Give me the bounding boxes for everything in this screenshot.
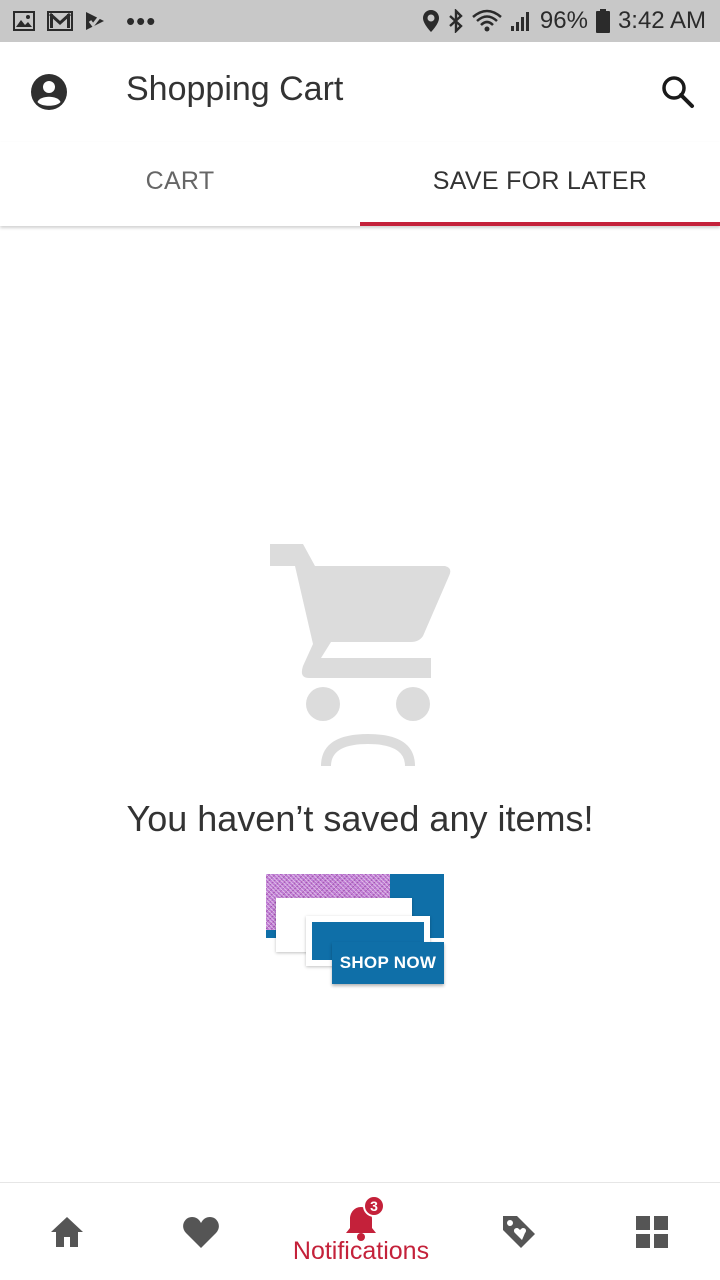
nav-notifications[interactable]: 3 Notifications — [268, 1183, 454, 1280]
location-icon — [422, 9, 440, 33]
tab-save-for-later-label: SAVE FOR LATER — [432, 166, 648, 195]
bluetooth-icon — [448, 9, 464, 33]
overflow-dots-icon: ••• — [126, 6, 157, 36]
app-bar: Shopping Cart — [0, 42, 720, 142]
page-title: Shopping Cart — [126, 70, 344, 108]
check-icon — [84, 10, 106, 32]
heart-icon — [183, 1217, 219, 1248]
gmail-icon — [46, 10, 74, 32]
clock: 3:42 AM — [617, 7, 706, 34]
nav-wishlist[interactable] — [134, 1183, 268, 1280]
empty-message: You haven’t saved any items! — [126, 798, 594, 839]
shop-now-stack: SHOP NOW — [266, 874, 446, 986]
account-icon[interactable] — [29, 72, 69, 112]
tab-indicator — [360, 222, 720, 226]
signal-icon — [510, 10, 532, 32]
battery-percent: 96% — [539, 7, 588, 34]
grid-icon — [636, 1216, 668, 1248]
notification-badge: 3 — [363, 1194, 385, 1217]
status-bar: ••• 96% 3:42 AM — [0, 0, 720, 42]
wifi-icon — [472, 9, 502, 33]
bell-icon-wrapper: 3 — [341, 1194, 385, 1243]
shop-now-button[interactable]: SHOP NOW — [332, 942, 444, 984]
tab-cart[interactable]: CART — [0, 142, 360, 226]
nav-home[interactable] — [0, 1183, 134, 1280]
nav-categories[interactable] — [584, 1183, 720, 1280]
gallery-icon — [12, 10, 36, 32]
bottom-nav: 3 Notifications — [0, 1182, 720, 1280]
sad-cart-icon — [265, 540, 455, 770]
search-icon[interactable] — [658, 72, 698, 112]
battery-icon — [595, 9, 610, 33]
home-icon — [51, 1217, 83, 1247]
tag-icon — [503, 1216, 535, 1248]
tab-bar: CART SAVE FOR LATER — [0, 142, 720, 226]
nav-deals[interactable] — [454, 1183, 584, 1280]
tab-save-for-later[interactable]: SAVE FOR LATER — [360, 142, 720, 226]
